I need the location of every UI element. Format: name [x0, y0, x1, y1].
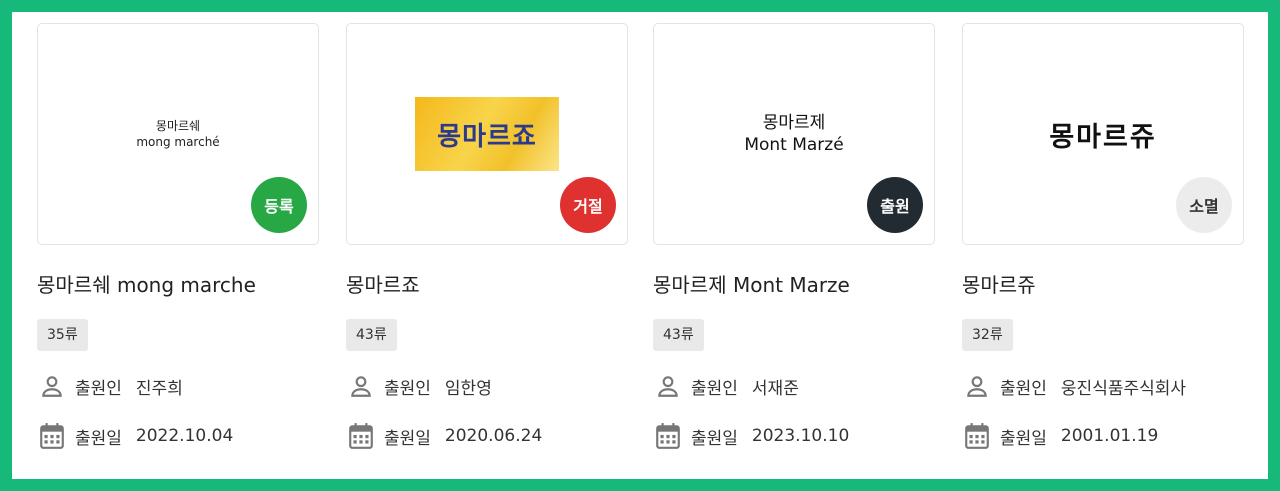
- trademark-card[interactable]: 몽마르제 Mont Marzé 출원 몽마르제 Mont Marze 43류 출…: [653, 23, 935, 451]
- status-badge: 출원: [867, 177, 923, 233]
- calendar-icon: [962, 421, 992, 451]
- trademark-logo-image[interactable]: 몽마르쉐 mong marché 등록: [37, 23, 319, 245]
- trademark-logo: 몽마르쉐 mong marché: [136, 118, 219, 150]
- applicant-row: 출원인 웅진식품주식회사: [962, 371, 1244, 401]
- applicant-label: 출원인: [691, 378, 738, 399]
- date-row: 출원일 2023.10.10: [653, 421, 935, 451]
- class-badge: 43류: [346, 319, 397, 351]
- date-row: 출원일 2001.01.19: [962, 421, 1244, 451]
- trademark-title[interactable]: 몽마르쉐 mong marche: [37, 271, 319, 299]
- trademark-title[interactable]: 몽마르쥬: [962, 271, 1244, 299]
- logo-line: mong marché: [136, 135, 220, 149]
- trademark-logo: 몽마르쥬: [1049, 121, 1157, 153]
- trademark-logo: 몽마르죠: [415, 97, 559, 171]
- person-icon: [37, 371, 67, 401]
- class-badge: 43류: [653, 319, 704, 351]
- person-icon: [962, 371, 992, 401]
- date-label: 출원일: [384, 428, 431, 449]
- trademark-logo-image[interactable]: 몽마르죠 거절: [346, 23, 628, 245]
- date-label: 출원일: [691, 428, 738, 449]
- logo-line: 몽마르쉐: [155, 119, 201, 133]
- applicant-row: 출원인 진주희: [37, 371, 319, 401]
- applicant-value: 웅진식품주식회사: [1060, 378, 1187, 399]
- logo-line: 몽마르제: [762, 113, 826, 133]
- date-value: 2022.10.04: [135, 426, 234, 446]
- trademark-card[interactable]: 몽마르죠 거절 몽마르죠 43류 출원인 임한영 출원일 2020.06.24: [346, 23, 628, 451]
- trademark-logo-image[interactable]: 몽마르제 Mont Marzé 출원: [653, 23, 935, 245]
- person-icon: [346, 371, 376, 401]
- status-badge: 거절: [560, 177, 616, 233]
- trademark-logo: 몽마르제 Mont Marzé: [744, 112, 843, 156]
- calendar-icon: [653, 421, 683, 451]
- calendar-icon: [37, 421, 67, 451]
- person-icon: [653, 371, 683, 401]
- trademark-card[interactable]: 몽마르쉐 mong marché 등록 몽마르쉐 mong marche 35류…: [37, 23, 319, 451]
- applicant-row: 출원인 임한영: [346, 371, 628, 401]
- date-row: 출원일 2022.10.04: [37, 421, 319, 451]
- date-value: 2020.06.24: [444, 426, 543, 446]
- date-label: 출원일: [1000, 428, 1047, 449]
- status-badge: 소멸: [1176, 177, 1232, 233]
- date-value: 2001.01.19: [1060, 426, 1159, 446]
- applicant-label: 출원인: [384, 378, 431, 399]
- applicant-value: 임한영: [444, 378, 492, 399]
- date-label: 출원일: [75, 428, 122, 449]
- trademark-logo-image[interactable]: 몽마르쥬 소멸: [962, 23, 1244, 245]
- trademark-title[interactable]: 몽마르죠: [346, 271, 628, 299]
- calendar-icon: [346, 421, 376, 451]
- applicant-row: 출원인 서재준: [653, 371, 935, 401]
- trademark-results: 몽마르쉐 mong marché 등록 몽마르쉐 mong marche 35류…: [12, 12, 1268, 479]
- trademark-title[interactable]: 몽마르제 Mont Marze: [653, 271, 935, 299]
- date-row: 출원일 2020.06.24: [346, 421, 628, 451]
- status-badge: 등록: [251, 177, 307, 233]
- applicant-value: 서재준: [751, 378, 799, 399]
- logo-line: Mont Marzé: [744, 135, 844, 155]
- class-badge: 32류: [962, 319, 1013, 351]
- class-badge: 35류: [37, 319, 88, 351]
- applicant-label: 출원인: [1000, 378, 1047, 399]
- date-value: 2023.10.10: [751, 426, 850, 446]
- applicant-label: 출원인: [75, 378, 122, 399]
- trademark-card[interactable]: 몽마르쥬 소멸 몽마르쥬 32류 출원인 웅진식품주식회사 출원일 2001.0…: [962, 23, 1244, 451]
- applicant-value: 진주희: [135, 378, 183, 399]
